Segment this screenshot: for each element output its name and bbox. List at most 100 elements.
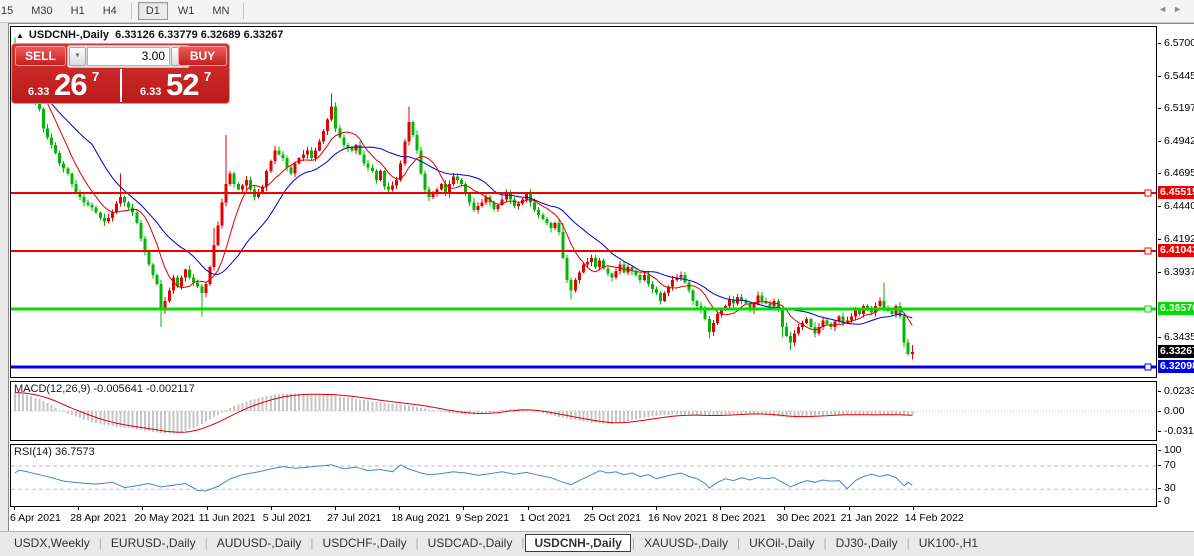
date-label: 20 May 2021 xyxy=(134,512,196,524)
price-tick-label: 6.44400 xyxy=(1158,200,1194,213)
date-label: 6 Apr 2021 xyxy=(10,512,61,524)
date-tick xyxy=(399,507,401,510)
date-tick xyxy=(206,507,208,510)
current-price-badge: 6.33267 xyxy=(1158,344,1194,358)
date-label: 9 Sep 2021 xyxy=(455,512,510,524)
moving-averages xyxy=(14,67,913,331)
date-label: 16 Nov 2021 xyxy=(648,512,708,524)
date-label: 18 Aug 2021 xyxy=(391,512,451,524)
tab-dj30-daily[interactable]: DJ30-,Daily xyxy=(828,534,906,552)
chart-ohlc-values: 6.33126 6.33779 6.32689 6.33267 xyxy=(115,29,284,41)
date-label: 25 Oct 2021 xyxy=(583,512,642,524)
timeframe-button-h1[interactable]: H1 xyxy=(63,2,93,20)
macd-signal-value: -0.002117 xyxy=(146,383,195,395)
macd-scale-label: 0.00 xyxy=(1158,405,1194,418)
level-price-badge: 6.41043 xyxy=(1158,244,1194,257)
chart-symbol-period: USDCNH-,Daily xyxy=(28,29,109,41)
hline-handle[interactable] xyxy=(1144,363,1152,371)
date-label: 14 Feb 2022 xyxy=(904,512,964,524)
date-label: 27 Jul 2021 xyxy=(327,512,382,524)
chart-title: ▲ USDCNH-,Daily 6.33126 6.33779 6.32689 6… xyxy=(16,29,283,41)
sell-price-display[interactable]: 6.33 26 7 xyxy=(12,67,120,102)
level-price-badge: 6.32098 xyxy=(1158,360,1194,374)
date-label: 30 Dec 2021 xyxy=(776,512,836,524)
date-axis: 6 Apr 2021 28 Apr 2021 20 May 2021 11 Jun 2… xyxy=(10,507,1157,529)
tab-uk100-h1[interactable]: UK100-,H1 xyxy=(911,534,986,552)
rsi-indicator-pane[interactable] xyxy=(10,444,1157,507)
price-tick-label: 6.51975 xyxy=(1158,102,1194,115)
date-tick xyxy=(527,507,529,510)
macd-scale-label: 0.023365 xyxy=(1158,385,1194,398)
date-tick xyxy=(270,507,272,510)
date-label: 11 Jun 2021 xyxy=(198,512,256,524)
tab-xauusd-daily[interactable]: XAUUSD-,Daily xyxy=(636,534,736,552)
price-tick-label: 6.34350 xyxy=(1158,331,1194,344)
tab-usdchf-daily[interactable]: USDCHF-,Daily xyxy=(315,534,415,552)
one-click-trading-panel: SELL ▼ 3.00 ▲ BUY 6.33 26 7 6.33 52 7 xyxy=(11,43,230,104)
date-label: 28 Apr 2021 xyxy=(70,512,127,524)
rsi-canvas[interactable] xyxy=(11,445,1156,506)
level-price-badge: 6.36570 xyxy=(1158,302,1194,315)
collapse-arrow-icon[interactable]: ▲ xyxy=(16,31,24,40)
date-tick xyxy=(848,507,850,510)
date-tick xyxy=(720,507,722,510)
date-label: 21 Jan 2022 xyxy=(840,512,899,524)
sell-button[interactable]: SELL xyxy=(15,46,66,66)
rsi-scale-label: 30 xyxy=(1158,482,1194,495)
volume-input[interactable]: 3.00 xyxy=(87,47,170,66)
date-tick xyxy=(463,507,465,510)
price-tick-label: 6.49425 xyxy=(1158,135,1194,148)
macd-label: MACD(12,26,9) -0.005641 -0.002117 xyxy=(14,383,195,395)
macd-main-value: -0.005641 xyxy=(93,383,144,395)
date-tick xyxy=(912,507,914,510)
chart-tab-bar: USDX,Weekly | EURUSD-,Daily | AUDUSD-,Daily |… xyxy=(0,531,1194,554)
hline-handle[interactable] xyxy=(1144,305,1152,313)
timeframe-button-w1[interactable]: W1 xyxy=(170,2,203,20)
date-tick xyxy=(656,507,657,510)
tab-eurusd-daily[interactable]: EURUSD-,Daily xyxy=(103,534,204,552)
timeframe-button-15[interactable]: 15 xyxy=(0,2,21,20)
date-tick xyxy=(142,507,144,510)
price-tick-label: 6.57000 xyxy=(1158,37,1194,50)
tab-audusd-daily[interactable]: AUDUSD-,Daily xyxy=(209,534,310,552)
rsi-scale-label: 100 xyxy=(1158,444,1194,457)
date-label: 1 Oct 2021 xyxy=(519,512,571,524)
rsi-scale-label: 0 xyxy=(1158,495,1194,508)
tab-usdx-weekly[interactable]: USDX,Weekly xyxy=(6,534,98,552)
buy-price-display[interactable]: 6.33 52 7 xyxy=(122,67,229,102)
rsi-line xyxy=(14,464,913,492)
date-tick xyxy=(784,507,786,510)
price-scale: 6.57000 6.54450 6.51975 6.49425 6.46950 6.444… xyxy=(1158,26,1194,529)
tab-usdcad-daily[interactable]: USDCAD-,Daily xyxy=(420,534,521,552)
buy-button[interactable]: BUY xyxy=(178,46,227,66)
date-label: 5 Jul 2021 xyxy=(262,512,312,524)
price-tick-label: 6.54450 xyxy=(1158,70,1194,83)
level-price-badge: 6.45515 xyxy=(1158,185,1194,199)
hline-handle[interactable] xyxy=(1144,247,1152,255)
date-tick xyxy=(14,507,15,510)
macd-histogram xyxy=(14,392,914,434)
tab-scroll-left-icon[interactable]: ◄ xyxy=(1158,4,1173,14)
rsi-value: 36.7573 xyxy=(54,446,95,458)
tab-usdcnh-daily[interactable]: USDCNH-,Daily xyxy=(525,534,631,552)
timeframe-button-m30[interactable]: M30 xyxy=(23,2,60,20)
timeframe-button-mn[interactable]: MN xyxy=(204,2,237,20)
tab-scroll-arrows: ◄► xyxy=(1158,4,1188,14)
date-tick xyxy=(591,507,593,510)
tab-ukoil-daily[interactable]: UKOil-,Daily xyxy=(741,534,822,552)
price-tick-label: 6.39375 xyxy=(1158,266,1194,279)
timeframe-button-d1[interactable]: D1 xyxy=(137,2,168,20)
toolbar-separator xyxy=(130,3,132,19)
timeframe-button-h4[interactable]: H4 xyxy=(95,2,125,20)
hline-handle[interactable] xyxy=(1144,189,1152,197)
tab-scroll-right-icon[interactable]: ► xyxy=(1173,4,1188,14)
rsi-scale-label: 70 xyxy=(1158,459,1194,472)
date-tick xyxy=(335,507,336,510)
macd-scale-label: -0.03174 xyxy=(1158,425,1194,438)
toolbar-separator xyxy=(243,3,245,19)
date-label: 8 Dec 2021 xyxy=(712,512,766,524)
timeframe-toolbar: 15 M30 H1 H4 D1 W1 MN xyxy=(0,0,1194,23)
rsi-label: RSI(14) 36.7573 xyxy=(14,446,95,458)
volume-decrease-button[interactable]: ▼ xyxy=(69,47,86,66)
price-tick-label: 6.46950 xyxy=(1158,167,1194,180)
